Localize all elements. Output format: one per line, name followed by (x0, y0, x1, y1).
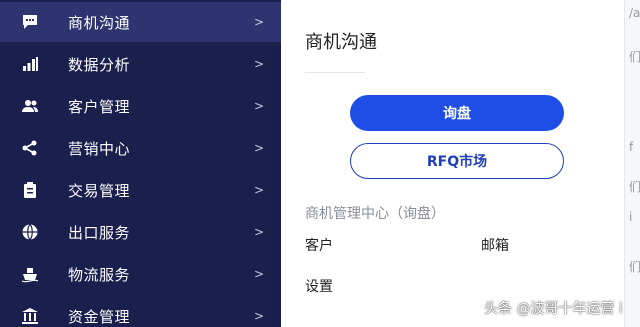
share-icon (20, 138, 40, 158)
background-text-fragment: 们 (629, 260, 640, 274)
chevron-right-icon: > (254, 183, 265, 197)
sidebar-item-label: 资金管理 (68, 307, 131, 326)
section-title: 商机管理中心（询盘） (305, 206, 445, 222)
sidebar-item-label: 物流服务 (68, 265, 131, 284)
mailbox-link[interactable]: 邮箱 (481, 235, 509, 255)
inquiry-button[interactable]: 询盘 (350, 95, 564, 131)
watermark-text: 头条 @波哥十年运营 i (484, 301, 623, 317)
chevron-right-icon: > (254, 141, 265, 155)
background-text-fragment: 们 (629, 50, 640, 64)
partial-link[interactable]: … (305, 318, 319, 327)
chevron-right-icon: > (254, 99, 265, 113)
chevron-right-icon: > (254, 267, 265, 281)
panel-title: 商机沟通 (305, 32, 377, 53)
chat-icon (20, 12, 40, 32)
sidebar-item-label: 交易管理 (68, 181, 131, 200)
sidebar-item-fund-management[interactable]: 资金管理 > (0, 296, 281, 327)
sidebar-item-export-services[interactable]: 出口服务 > (0, 212, 281, 252)
sidebar-item-logistics-services[interactable]: 物流服务 > (0, 254, 281, 294)
sidebar-item-label: 商机沟通 (68, 13, 131, 32)
sidebar-item-label: 营销中心 (68, 139, 131, 158)
chevron-right-icon: > (254, 15, 265, 29)
users-icon (20, 96, 40, 116)
sidebar-item-label: 数据分析 (68, 55, 131, 74)
background-text-fragment: 们 (629, 180, 640, 194)
background-text-fragment: f (629, 140, 634, 154)
sidebar-item-marketing-center[interactable]: 营销中心 > (0, 128, 281, 168)
chevron-right-icon: > (254, 57, 265, 71)
background-text-fragment: i (629, 210, 633, 224)
app-root: 商机沟通 > 数据分析 > 客户管理 > 营销中心 > 交易管理 > 出口服务 … (0, 0, 640, 327)
ship-icon (20, 264, 40, 284)
bank-icon (20, 306, 40, 326)
globe-icon (20, 222, 40, 242)
chevron-right-icon: > (254, 309, 265, 323)
bar-chart-icon (20, 54, 40, 74)
chevron-right-icon: > (254, 225, 265, 239)
sidebar-item-label: 出口服务 (68, 223, 131, 242)
background-text-fragment: /a (629, 6, 640, 20)
rfq-market-button[interactable]: RFQ市场 (350, 143, 564, 179)
sidebar-item-transaction-management[interactable]: 交易管理 > (0, 170, 281, 210)
clipboard-icon (20, 180, 40, 200)
divider (305, 72, 365, 73)
customer-link[interactable]: 客户 (305, 235, 333, 255)
settings-link[interactable]: 设置 (305, 276, 333, 296)
submenu-panel: 商机沟通 询盘 RFQ市场 商机管理中心（询盘） 客户 邮箱 设置 … (281, 0, 624, 327)
sidebar-item-data-analysis[interactable]: 数据分析 > (0, 44, 281, 84)
sidebar-nav: 商机沟通 > 数据分析 > 客户管理 > 营销中心 > 交易管理 > 出口服务 … (0, 0, 281, 327)
sidebar-item-label: 客户管理 (68, 97, 131, 116)
sidebar-item-business-communication[interactable]: 商机沟通 > (0, 2, 281, 42)
sidebar-item-customer-management[interactable]: 客户管理 > (0, 86, 281, 126)
